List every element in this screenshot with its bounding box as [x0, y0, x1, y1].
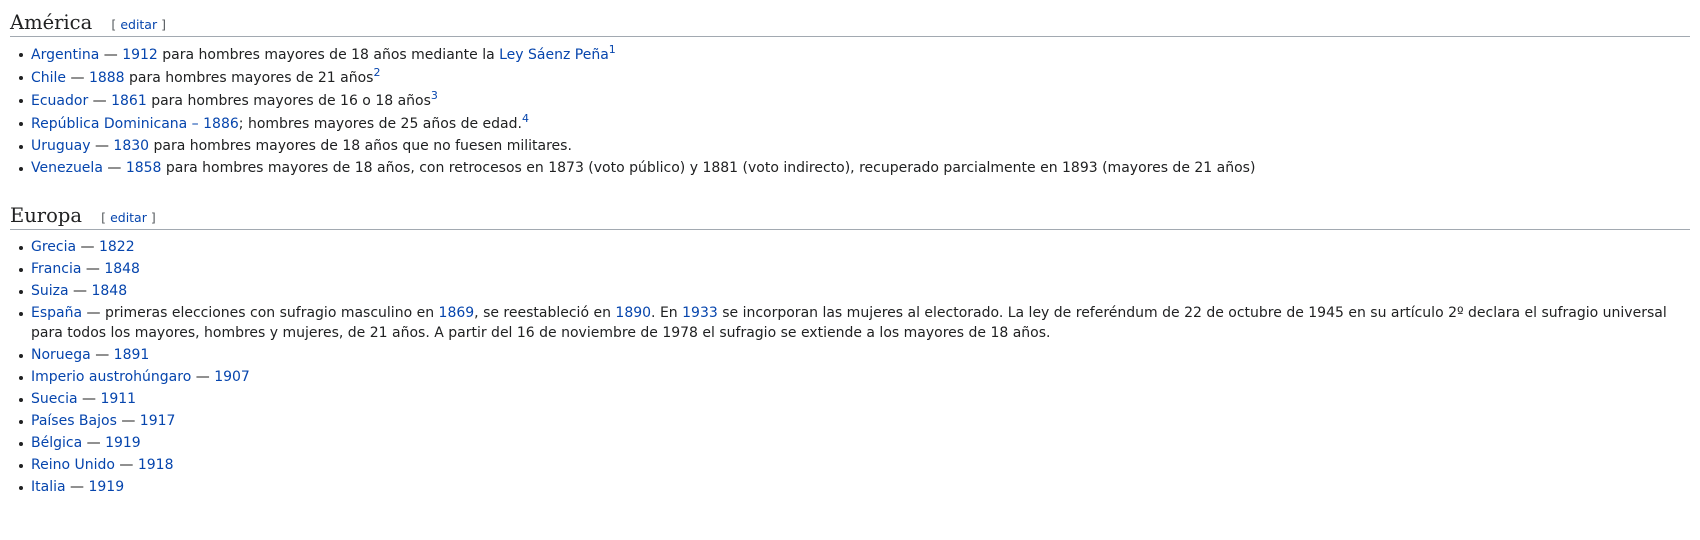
list-item-argentina: Argentina — 1912 para hombres mayores de…	[19, 43, 1690, 65]
country-link[interactable]: Italia	[31, 479, 66, 495]
year-link[interactable]: 1869	[439, 305, 475, 321]
reference: 2	[373, 66, 380, 79]
year-link[interactable]: 1919	[88, 479, 124, 495]
year-link[interactable]: 1919	[105, 435, 141, 451]
year-link[interactable]: 1858	[126, 160, 162, 176]
separator: —	[114, 457, 138, 473]
country-link[interactable]: Grecia	[31, 239, 76, 255]
year-link[interactable]: 1861	[111, 93, 147, 109]
year-link[interactable]: 1917	[140, 413, 176, 429]
country-link[interactable]: Francia	[31, 261, 81, 277]
item-text: para hombres mayores de 18 años que no f…	[149, 138, 572, 154]
country-link[interactable]: Bélgica	[31, 435, 82, 451]
year-link[interactable]: 1907	[214, 369, 250, 385]
list-item-uruguay: Uruguay — 1830 para hombres mayores de 1…	[19, 136, 1690, 156]
country-link[interactable]: Ecuador	[31, 93, 88, 109]
list-item-paises-bajos: Países Bajos — 1917	[19, 411, 1690, 431]
section-title: Europa	[10, 204, 82, 227]
separator: —	[82, 435, 106, 451]
year-link[interactable]: 1933	[682, 305, 718, 321]
separator: —	[88, 93, 112, 109]
country-link[interactable]: Imperio austrohúngaro	[31, 369, 191, 385]
year-link[interactable]: 1830	[113, 138, 149, 154]
reference: 4	[522, 112, 529, 125]
edit-section: [editar]	[101, 210, 156, 225]
separator: —	[77, 391, 101, 407]
separator: —	[81, 261, 105, 277]
separator: —	[82, 305, 105, 321]
list-europa: Grecia — 1822 Francia — 1848 Suiza — 184…	[10, 237, 1690, 497]
country-link[interactable]: Suecia	[31, 391, 78, 407]
year-link[interactable]: 1848	[104, 261, 140, 277]
list-item-noruega: Noruega — 1891	[19, 345, 1690, 365]
item-text: , se reestableció en	[474, 305, 616, 321]
separator: —	[76, 239, 99, 255]
year-link[interactable]: 1888	[89, 70, 125, 86]
reference-link[interactable]: 4	[522, 112, 529, 125]
edit-section: [editar]	[111, 17, 167, 32]
separator[interactable]: –	[187, 116, 203, 132]
separator: —	[102, 160, 126, 176]
list-item-italia: Italia — 1919	[19, 477, 1690, 497]
list-item-imperio-austrohungaro: Imperio austrohúngaro — 1907	[19, 367, 1690, 387]
list-item-grecia: Grecia — 1822	[19, 237, 1690, 257]
list-item-suiza: Suiza — 1848	[19, 281, 1690, 301]
country-link[interactable]: Noruega	[31, 347, 91, 363]
list-item-ecuador: Ecuador — 1861 para hombres mayores de 1…	[19, 89, 1690, 111]
separator: —	[65, 479, 89, 495]
year-link[interactable]: 1822	[99, 239, 135, 255]
separator: —	[90, 347, 114, 363]
list-item-reino-unido: Reino Unido — 1918	[19, 455, 1690, 475]
country-link[interactable]: España	[31, 305, 82, 321]
year-link[interactable]: 1848	[91, 283, 127, 299]
country-link[interactable]: Chile	[31, 70, 66, 86]
section-heading-america: América [editar]	[10, 0, 1690, 37]
year-link[interactable]: 1886	[203, 116, 239, 132]
reference: 3	[431, 89, 438, 102]
year-link[interactable]: 1891	[114, 347, 150, 363]
reference-link[interactable]: 2	[373, 66, 380, 79]
year-link[interactable]: 1912	[122, 47, 158, 63]
law-link[interactable]: Ley Sáenz Peña	[499, 47, 609, 63]
year-link[interactable]: 1890	[615, 305, 651, 321]
separator: —	[191, 369, 215, 385]
reference: 1	[609, 43, 616, 56]
list-america: Argentina — 1912 para hombres mayores de…	[10, 44, 1690, 178]
list-item-belgica: Bélgica — 1919	[19, 433, 1690, 453]
section-title: América	[10, 11, 93, 34]
country-link[interactable]: Países Bajos	[31, 413, 117, 429]
section-heading-europa: Europa [editar]	[10, 193, 1690, 230]
item-text: para hombres mayores de 16 o 18 años	[146, 93, 431, 109]
list-item-francia: Francia — 1848	[19, 259, 1690, 279]
list-item-republica-dominicana: República Dominicana – 1886; hombres may…	[19, 112, 1690, 134]
list-item-espana: España — primeras elecciones con sufragi…	[19, 303, 1690, 343]
item-text: primeras elecciones con sufragio masculi…	[104, 305, 439, 321]
separator: —	[66, 70, 89, 86]
item-text: ; hombres mayores de 25 años de edad.	[238, 116, 522, 132]
separator: —	[99, 47, 123, 63]
item-text: para hombres mayores de 18 años, con ret…	[161, 160, 1256, 176]
country-link[interactable]: República Dominicana	[31, 116, 187, 132]
item-text: para hombres mayores de 21 años	[124, 70, 374, 86]
edit-link-europa[interactable]: editar	[110, 210, 147, 225]
separator: —	[90, 138, 114, 154]
list-item-suecia: Suecia — 1911	[19, 389, 1690, 409]
year-link[interactable]: 1918	[138, 457, 174, 473]
reference-link[interactable]: 3	[431, 89, 438, 102]
country-link[interactable]: Suiza	[31, 283, 69, 299]
country-link[interactable]: Reino Unido	[31, 457, 115, 473]
article-content: América [editar] Argentina — 1912 para h…	[0, 0, 1700, 497]
list-item-venezuela: Venezuela — 1858 para hombres mayores de…	[19, 158, 1690, 178]
list-item-chile: Chile — 1888 para hombres mayores de 21 …	[19, 66, 1690, 88]
separator: —	[68, 283, 92, 299]
item-text: . En	[651, 305, 683, 321]
country-link[interactable]: Uruguay	[31, 138, 91, 154]
reference-link[interactable]: 1	[609, 43, 616, 56]
year-link[interactable]: 1911	[100, 391, 136, 407]
country-link[interactable]: Venezuela	[31, 160, 103, 176]
country-link[interactable]: Argentina	[31, 47, 99, 63]
item-text: para hombres mayores de 18 años mediante…	[157, 47, 500, 63]
separator: —	[116, 413, 140, 429]
edit-link-america[interactable]: editar	[120, 17, 157, 32]
